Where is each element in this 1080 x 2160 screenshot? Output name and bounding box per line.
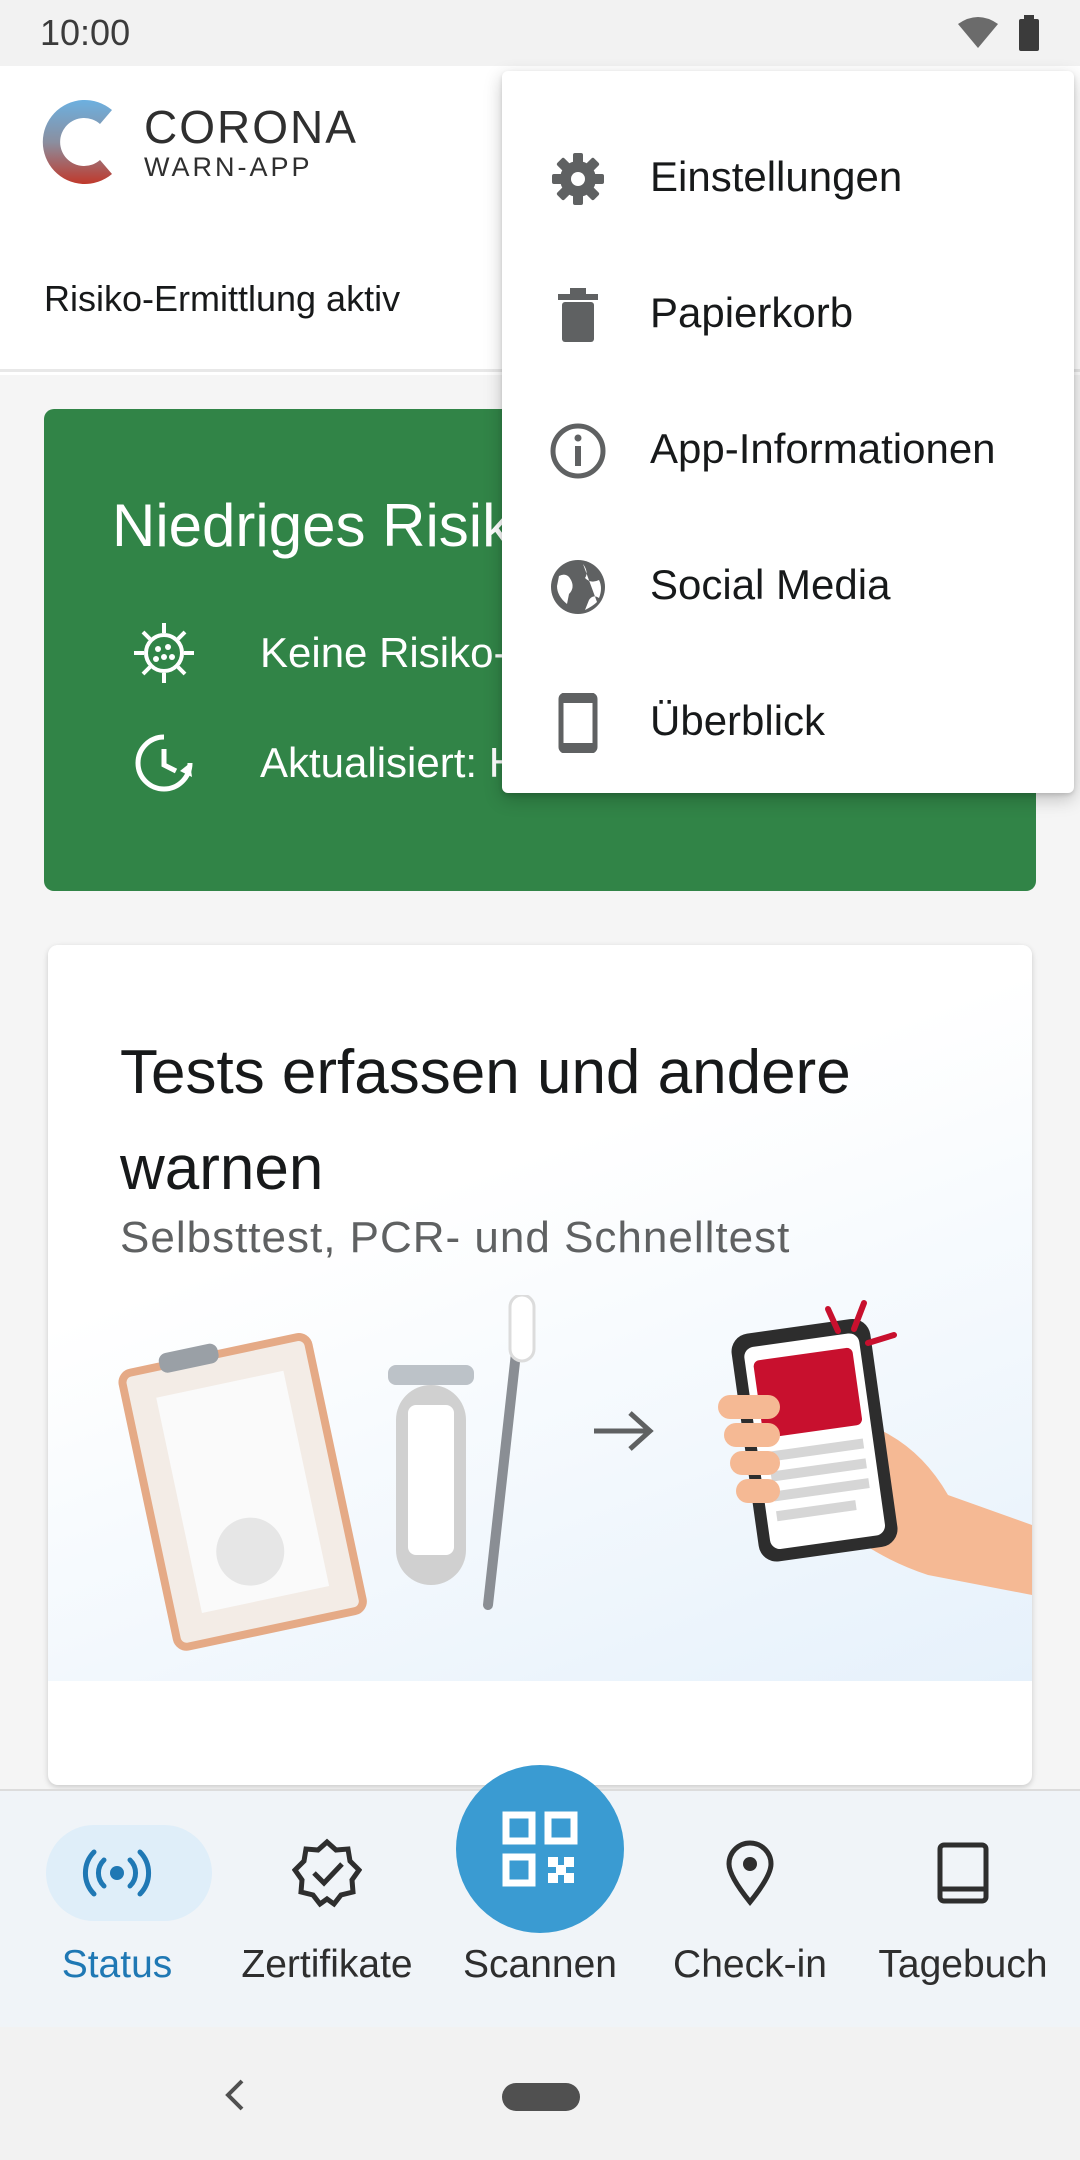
info-icon [550,423,606,479]
location-pin-icon [726,1840,774,1906]
certificate-icon [292,1838,362,1908]
logo-title: CORONA [144,100,358,153]
broadcast-icon [82,1849,152,1897]
system-navigation-bar [0,2027,1080,2160]
nav-status-label: Status [61,1943,173,1986]
logo-subtitle: WARN-APP [144,151,313,182]
trash-icon [558,288,598,342]
menu-item-social-media[interactable]: Social Media [502,517,1074,653]
qr-code-icon [502,1811,578,1887]
bottom-navigation: Status Zertifikate Scannen Check-in Tage… [0,1765,1080,2029]
menu-item-overview[interactable]: Überblick [502,653,1074,789]
phone-icon [558,693,598,753]
menu-item-app-info-label: App-Informationen [650,425,996,472]
nav-certificates[interactable]: Zertifikate [222,1791,432,2029]
menu-item-trash[interactable]: Papierkorb [502,245,1074,381]
register-tests-card[interactable]: Tests erfassen und andere warnen Selbstt… [48,945,1032,1785]
nav-checkin-label: Check-in [673,1943,827,1986]
test-warning-illustration [118,1295,1032,1651]
book-icon [937,1842,989,1904]
wifi-icon [958,17,998,48]
menu-item-overview-label: Überblick [650,697,826,744]
menu-item-trash-label: Papierkorb [650,289,854,336]
nav-diary-label: Tagebuch [878,1943,1048,1986]
corona-warn-app-logo-icon [42,100,112,184]
nav-scan-label: Scannen [463,1943,617,1986]
tests-card-subtitle: Selbsttest, PCR- und Schnelltest [120,1213,791,1262]
menu-item-settings-label: Einstellungen [650,153,903,200]
status-time: 10:00 [40,12,131,53]
gear-icon [552,153,604,205]
nav-scan[interactable]: Scannen [435,1765,645,2029]
nav-status[interactable]: Status [12,1791,222,2029]
tests-card-title: Tests erfassen und andere warnen [120,1038,851,1203]
home-button[interactable] [502,2083,580,2111]
nav-diary[interactable]: Tagebuch [858,1791,1068,2029]
nav-checkin[interactable]: Check-in [645,1791,855,2029]
back-icon[interactable] [220,2075,250,2115]
nav-certificates-label: Zertifikate [241,1943,413,1986]
app-logo: CORONA WARN-APP [42,92,358,192]
risk-title: Niedriges Risiko [112,492,546,559]
battery-icon [1019,15,1039,51]
menu-item-app-info[interactable]: App-Informationen [502,381,1074,517]
globe-icon [551,560,605,614]
overflow-menu: Einstellungen Papierkorb App-Information… [502,71,1074,793]
menu-item-settings[interactable]: Einstellungen [502,109,1074,245]
virus-icon [134,623,194,683]
risk-detection-status[interactable]: Risiko-Ermittlung aktiv [44,278,400,320]
clock-update-icon [135,734,193,792]
menu-item-social-media-label: Social Media [650,561,891,608]
scan-button[interactable] [456,1765,624,1933]
status-bar: 10:00 [0,0,1080,66]
